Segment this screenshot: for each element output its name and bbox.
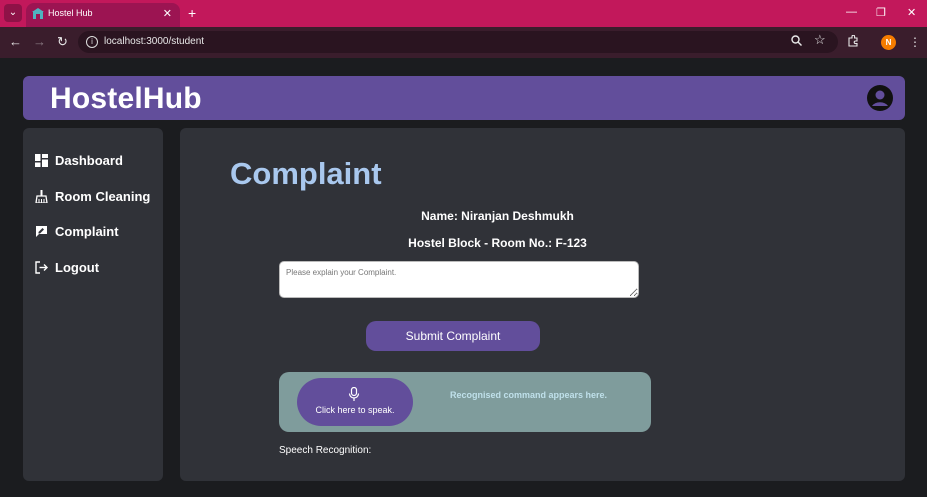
tab-close-icon[interactable]: ✕ (163, 7, 172, 20)
window-close-icon[interactable]: ✕ (907, 6, 916, 19)
sidebar: Dashboard Room Cleaning Complaint Logout (23, 128, 163, 481)
submit-complaint-button[interactable]: Submit Complaint (366, 321, 540, 351)
complaint-textarea[interactable] (279, 261, 639, 298)
sidebar-item-logout[interactable]: Logout (35, 258, 99, 276)
forward-icon[interactable]: → (33, 35, 46, 49)
microphone-icon (348, 387, 360, 401)
sidebar-item-label: Logout (55, 259, 100, 275)
sidebar-item-room-cleaning[interactable]: Room Cleaning (35, 187, 150, 205)
sidebar-item-label: Room Cleaning (55, 188, 151, 204)
tab-title: Hostel Hub (48, 8, 93, 18)
browser-menu-icon[interactable]: ⋮ (909, 35, 921, 49)
browser-toolbar: ← → ↻ i localhost:3000/student ☆ ⋮ (0, 27, 927, 58)
hostel-room-info: Hostel Block - Room No.: F-123 (408, 236, 587, 250)
restore-icon[interactable]: ❐ (876, 6, 886, 19)
address-bar[interactable]: i localhost:3000/student (78, 31, 838, 53)
speak-button[interactable]: Click here to speak. (297, 378, 413, 426)
user-account-icon[interactable] (867, 85, 893, 111)
browser-tab[interactable]: Hostel Hub ✕ (26, 3, 180, 27)
speak-button-label: Click here to speak. (315, 405, 395, 415)
sidebar-item-complaint[interactable]: Complaint (35, 222, 119, 240)
speech-panel: Click here to speak. Recognised command … (279, 372, 651, 432)
sidebar-item-label: Complaint (55, 223, 119, 239)
extensions-icon[interactable] (847, 34, 859, 50)
complaint-panel: Complaint Name: Niranjan Deshmukh Hostel… (180, 128, 905, 481)
broom-icon (35, 189, 48, 203)
bookmark-star-icon[interactable]: ☆ (814, 33, 826, 47)
speech-recognition-label: Speech Recognition: (279, 445, 372, 456)
reload-icon[interactable]: ↻ (57, 35, 68, 49)
url-text: localhost:3000/student (104, 36, 205, 47)
new-tab-icon[interactable]: + (188, 5, 196, 21)
site-info-icon[interactable]: i (86, 36, 98, 48)
zoom-icon[interactable] (791, 35, 802, 49)
hostel-favicon-icon (32, 8, 44, 19)
back-icon[interactable]: ← (9, 35, 22, 49)
logout-icon (35, 260, 48, 274)
browser-tab-strip: ⌄ Hostel Hub ✕ + — ❐ ✕ (0, 0, 927, 27)
brand-logo: HostelHub (50, 82, 202, 115)
minimize-icon[interactable]: — (846, 6, 857, 18)
recognised-command-text: Recognised command appears here. (450, 390, 608, 400)
profile-avatar[interactable]: N (881, 35, 896, 50)
sidebar-item-label: Dashboard (55, 152, 123, 168)
sidebar-item-dashboard[interactable]: Dashboard (35, 151, 123, 169)
app-header: HostelHub (23, 76, 905, 120)
student-name: Name: Niranjan Deshmukh (421, 209, 574, 223)
dashboard-icon (35, 153, 48, 167)
page-title: Complaint (230, 156, 382, 191)
feedback-icon (36, 225, 47, 237)
tab-search-chevron-icon[interactable]: ⌄ (4, 4, 22, 22)
